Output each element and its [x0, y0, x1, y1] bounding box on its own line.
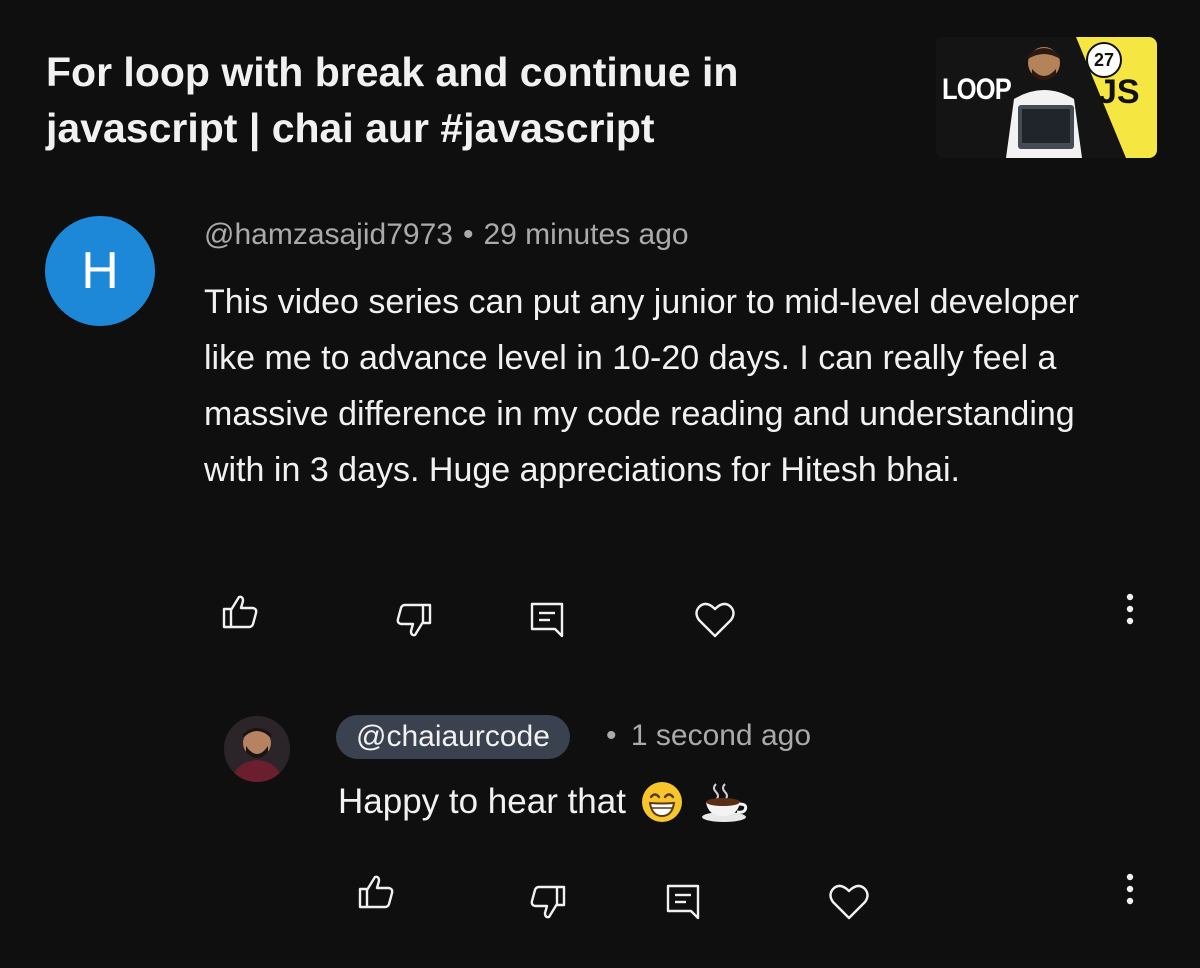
reply-avatar-image: [224, 716, 290, 782]
reply-icon[interactable]: [528, 600, 568, 640]
like-icon[interactable]: [220, 592, 260, 632]
meta-separator: •: [606, 719, 617, 752]
more-vert-icon[interactable]: [1118, 870, 1142, 910]
reply-text-row: Happy to hear that: [338, 780, 750, 824]
thumbnail-loop-text: LOOP: [942, 73, 1012, 106]
comment-author[interactable]: @hamzasajid7973: [204, 218, 453, 251]
dislike-icon[interactable]: [528, 882, 568, 922]
reply-meta: • 1 second ago: [606, 719, 811, 753]
heart-icon[interactable]: [828, 882, 870, 922]
more-vert-icon[interactable]: [1118, 590, 1142, 630]
comment-text: This video series can put any junior to …: [204, 283, 1080, 489]
meta-separator: •: [462, 218, 474, 251]
like-icon[interactable]: [356, 872, 396, 912]
reply-icon[interactable]: [664, 882, 704, 922]
hot-beverage-emoji: [701, 783, 748, 822]
grinning-face-emoji: [641, 782, 682, 822]
thumbnail-js-text: JS: [1098, 73, 1140, 111]
commenter-avatar[interactable]: H: [45, 216, 155, 326]
reply-author-avatar[interactable]: [224, 716, 290, 782]
reply-timestamp: 1 second ago: [630, 719, 812, 752]
dislike-icon[interactable]: [394, 600, 434, 640]
comment-timestamp: 29 minutes ago: [483, 218, 689, 251]
heart-icon[interactable]: [694, 600, 736, 640]
reply-author-handle[interactable]: @chaiaurcode: [336, 715, 570, 759]
avatar-letter: H: [81, 242, 119, 300]
video-thumbnail[interactable]: LOOP 27 JS: [936, 37, 1157, 158]
video-title[interactable]: For loop with break and continue in java…: [46, 44, 866, 156]
reply-text: Happy to hear that: [338, 782, 626, 821]
comment-meta: @hamzasajid7973 • 29 minutes ago: [204, 218, 689, 252]
reply-author-name: @chaiaurcode: [356, 720, 550, 753]
